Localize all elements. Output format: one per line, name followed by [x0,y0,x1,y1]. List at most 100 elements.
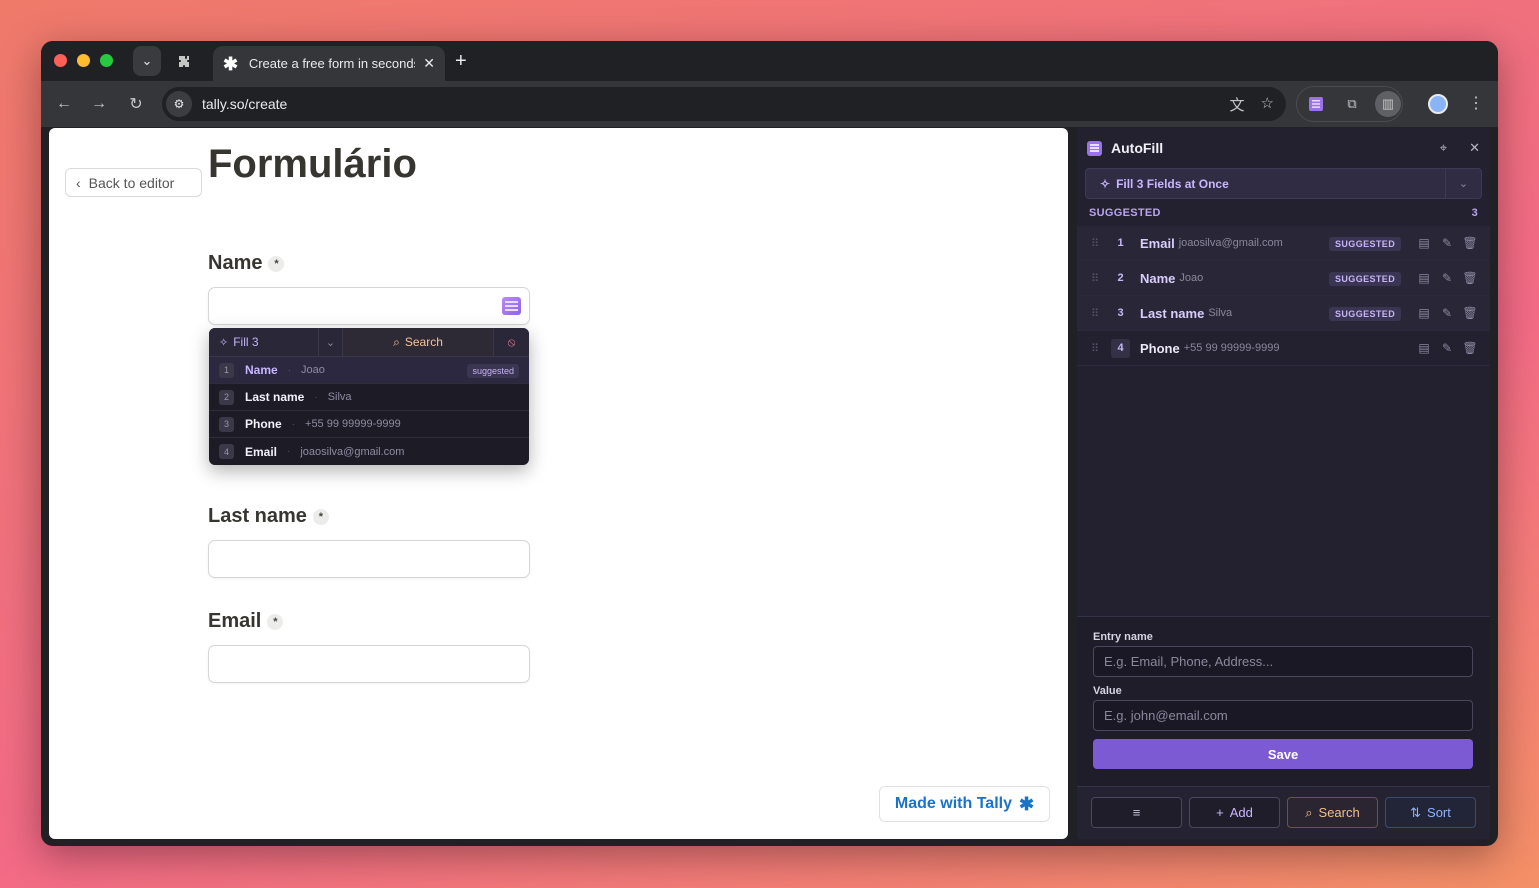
puzzle-icon[interactable]: ⧉ [1339,91,1365,117]
fill-button[interactable]: ✧ Fill 3 [209,328,319,356]
reload-icon[interactable]: ↻ [125,93,147,115]
value-input[interactable] [1093,700,1473,731]
copy-icon[interactable]: ▤ [1418,271,1430,285]
star-icon[interactable]: ☆ [1261,94,1274,115]
tab-search-button[interactable]: ⌄ [133,46,161,76]
entry-row[interactable]: ⠿ 2 Name Joao SUGGESTED ▤ ✎ 🗑︎ [1077,261,1490,296]
save-button[interactable]: Save [1093,739,1473,769]
entry-row[interactable]: ⠿ 3 Last name Silva SUGGESTED ▤ ✎ 🗑︎ [1077,296,1490,331]
sparkle-icon: ✧ [219,336,229,349]
search-label: Search [1318,805,1360,820]
dropdown-item[interactable]: 3 Phone · +55 99 99999-9999 [209,411,529,438]
forward-arrow-icon[interactable]: → [88,93,110,115]
tab-title: Create a free form in seconds [248,56,416,71]
search-label: Search [404,335,443,349]
dropdown-search-button[interactable]: ⌕ Search [343,328,494,356]
autofill-extension-icon[interactable] [1303,91,1329,117]
sort-icon: ⇅ [1410,804,1422,820]
last-name-input[interactable] [208,540,530,578]
dropdown-header: ✧ Fill 3 ⌄ ⌕ Search ⦸ [209,328,529,357]
close-window-button[interactable] [54,54,67,67]
side-panel-icon[interactable]: ▥ [1375,91,1401,117]
entry-row[interactable]: ⠿ 1 Email joaosilva@gmail.com SUGGESTED … [1077,226,1490,261]
address-bar[interactable]: ⚙ tally.so/create 文 ☆ [162,87,1286,121]
drag-handle-icon[interactable]: ⠿ [1091,237,1105,250]
site-info-icon[interactable]: ⚙ [166,91,192,117]
last-name-label: Last name * [208,505,329,528]
entry-name-input[interactable] [1093,646,1473,677]
copy-icon[interactable]: ▤ [1418,306,1430,320]
trash-icon[interactable]: 🗑︎ [1462,236,1477,250]
extensions-button[interactable] [173,51,195,73]
edit-icon[interactable]: ✎ [1441,306,1453,320]
extension-group: ⧉ ▥ [1296,86,1403,122]
back-to-editor-label: Back to editor [88,174,175,191]
url-text[interactable]: tally.so/create [202,96,287,112]
unpin-icon[interactable]: ⌖ [1440,140,1447,156]
back-arrow-icon[interactable]: ← [53,93,75,115]
dropdown-item[interactable]: 2 Last name · Silva [209,384,529,411]
suggested-badge: SUGGESTED [1329,272,1402,286]
back-to-editor-button[interactable]: ‹ Back to editor [65,168,202,197]
entry-value: Silva [1208,307,1233,319]
entry-value: joaosilva@gmail.com [1178,237,1283,249]
entry-name-label: Entry name [1093,631,1153,643]
add-button[interactable]: + Add [1189,797,1280,828]
item-name: Last name [245,390,305,404]
plus-icon: + [1216,805,1224,820]
drag-handle-icon[interactable]: ⠿ [1091,272,1105,285]
asterisk-icon: ✱ [223,53,239,74]
edit-icon[interactable]: ✎ [1441,341,1453,355]
dropdown-item[interactable]: 1 Name · Joao suggested [209,357,529,384]
made-with-tally-button[interactable]: Made with Tally ✱ [879,786,1050,822]
copy-icon[interactable]: ▤ [1418,341,1430,355]
name-input[interactable] [208,287,530,325]
email-input[interactable] [208,645,530,683]
copy-icon[interactable]: ▤ [1418,236,1430,250]
made-with-label: Made with Tally [894,795,1012,812]
required-marker: * [268,255,285,272]
entry-value: Joao [1179,272,1204,284]
suggested-badge: suggested [467,364,519,378]
dropdown-item[interactable]: 4 Email · joaosilva@gmail.com [209,438,529,465]
suggested-heading-text: SUGGESTED [1089,206,1161,219]
fill-all-bar: ✧ Fill 3 Fields at Once ⌄ [1085,168,1482,199]
trash-icon[interactable]: 🗑︎ [1462,306,1477,320]
close-tab-icon[interactable]: ✕ [423,55,435,72]
autofill-logo-icon [1087,140,1102,156]
chevron-down-icon[interactable]: ⌄ [1445,169,1481,198]
sort-button[interactable]: ⇅ Sort [1385,797,1476,828]
avatar[interactable] [1428,94,1448,114]
autofill-icon[interactable] [502,297,521,315]
edit-icon[interactable]: ✎ [1441,236,1453,250]
search-button[interactable]: ⌕ Search [1287,797,1378,828]
block-icon[interactable]: ⦸ [494,328,529,356]
more-menu-icon[interactable]: ⋮ [1468,93,1484,113]
trash-icon[interactable]: 🗑︎ [1462,341,1477,355]
suggested-badge: SUGGESTED [1329,307,1402,321]
item-name: Name [245,363,278,377]
browser-tab[interactable]: ✱ Create a free form in seconds ✕ [213,46,445,81]
entry-row[interactable]: ⠿ 4 Phone +55 99 99999-9999 ▤ ✎ 🗑︎ [1077,331,1490,366]
new-tab-button[interactable]: + [455,50,467,73]
edit-icon[interactable]: ✎ [1441,271,1453,285]
last-name-label-text: Last name [208,505,307,527]
panel-header: AutoFill ⌖ ✕ [1077,128,1490,168]
fill-all-button[interactable]: ✧ Fill 3 Fields at Once [1086,177,1445,191]
maximize-window-button[interactable] [100,54,113,67]
close-icon[interactable]: ✕ [1469,140,1480,156]
autofill-side-panel: AutoFill ⌖ ✕ ✧ Fill 3 Fields at Once ⌄ S… [1077,128,1490,839]
autofill-dropdown: ✧ Fill 3 ⌄ ⌕ Search ⦸ 1 Name · Joao sugg… [209,328,529,465]
suggested-count: 3 [1471,206,1478,219]
drag-handle-icon[interactable]: ⠿ [1091,307,1105,320]
sparkle-icon: ✧ [1100,176,1111,191]
drag-handle-icon[interactable]: ⠿ [1091,342,1105,355]
email-label-text: Email [208,610,262,632]
translate-icon[interactable]: 文 [1230,94,1245,115]
menu-button[interactable]: ≡ [1091,797,1182,828]
chevron-down-icon[interactable]: ⌄ [319,328,343,356]
item-name: Phone [245,417,282,431]
minimize-window-button[interactable] [77,54,90,67]
suggested-heading: SUGGESTED 3 [1077,199,1490,226]
trash-icon[interactable]: 🗑︎ [1462,271,1477,285]
